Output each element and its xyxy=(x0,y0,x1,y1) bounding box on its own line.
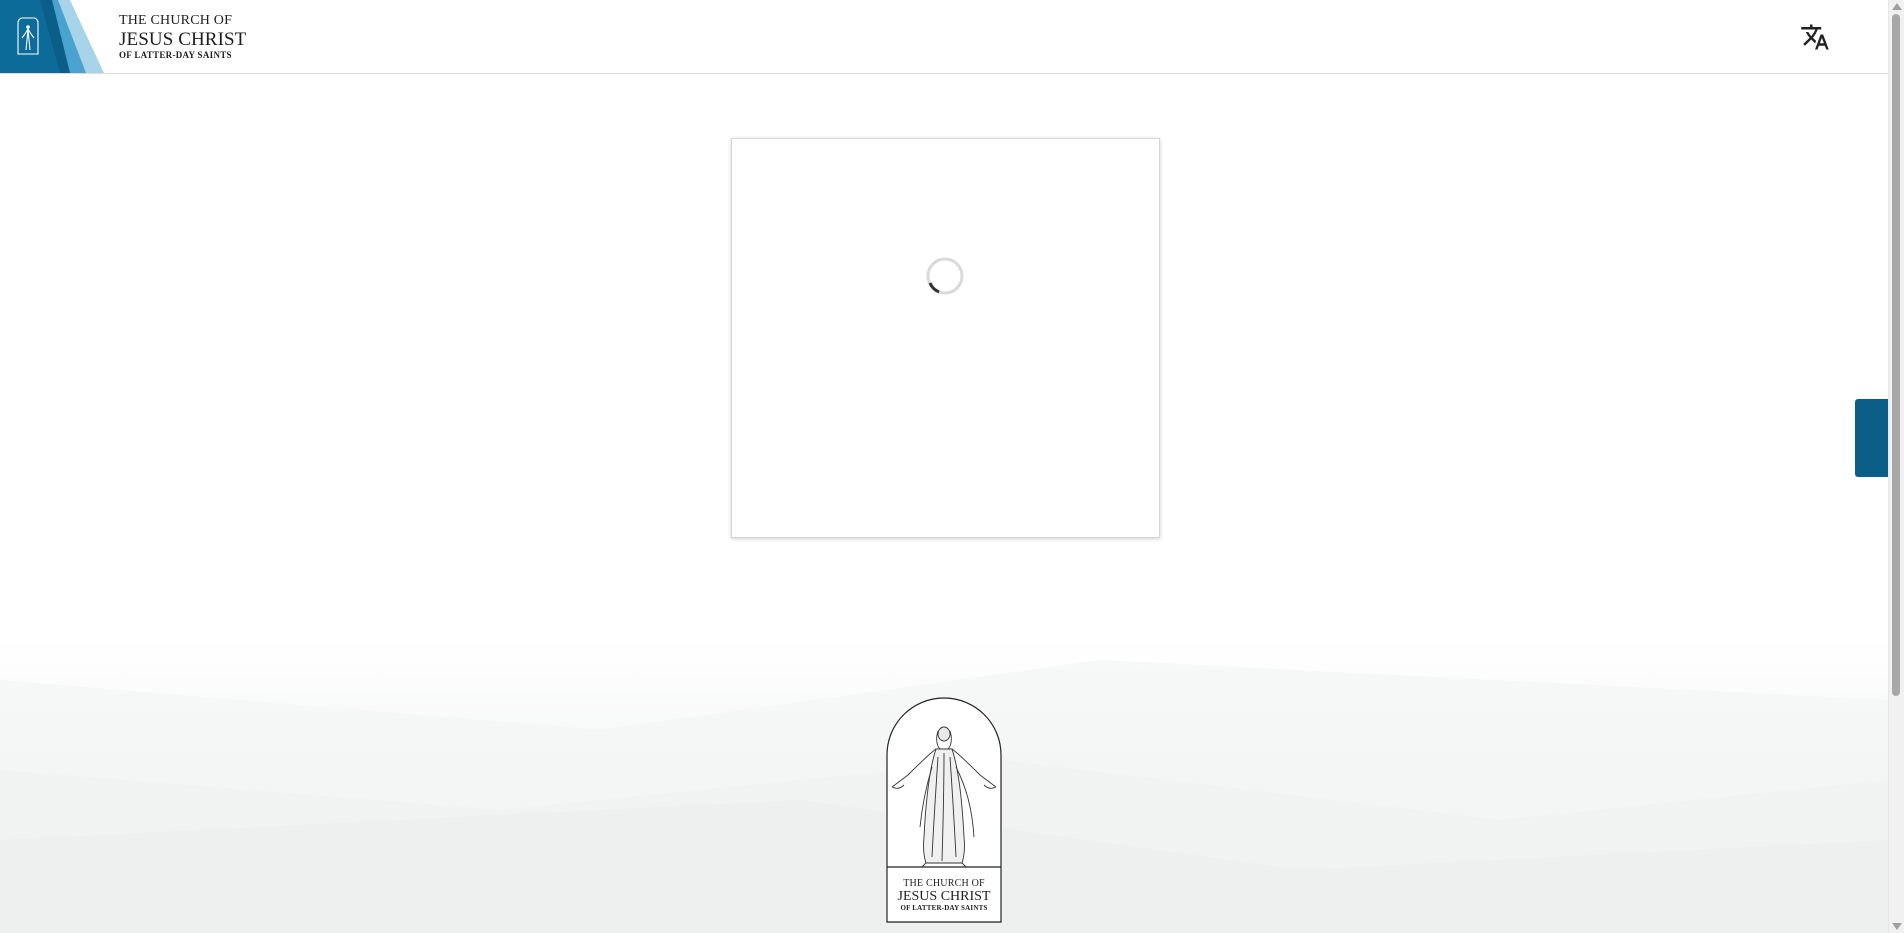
logo-link[interactable] xyxy=(0,0,105,73)
logo-line-1: THE CHURCH OF xyxy=(119,13,233,28)
logo-line-3: OF LATTER-DAY SAINTS xyxy=(119,50,232,60)
page: THE CHURCH OF JESUS CHRIST OF LATTER-DAY… xyxy=(0,0,1904,933)
logo-wordmark[interactable]: THE CHURCH OF JESUS CHRIST OF LATTER-DAY… xyxy=(119,14,246,60)
logo-line-2: JESUS CHRIST xyxy=(119,29,247,50)
scroll-down-arrow-icon[interactable] xyxy=(1892,923,1902,930)
vertical-scrollbar[interactable] xyxy=(1888,0,1904,933)
scroll-up-arrow-icon[interactable] xyxy=(1892,3,1902,10)
site-header: THE CHURCH OF JESUS CHRIST OF LATTER-DAY… xyxy=(0,0,1889,74)
footer-logo-line-3: OF LATTER-DAY SAINTS xyxy=(900,904,988,912)
feedback-tab[interactable] xyxy=(1855,399,1889,477)
footer-logo-line-2: JESUS CHRIST xyxy=(897,889,991,904)
church-logo-mark-icon xyxy=(0,0,104,73)
content-card xyxy=(731,138,1160,538)
loading-spinner-icon xyxy=(926,257,964,295)
translate-icon xyxy=(1801,24,1829,50)
scrollbar-thumb[interactable] xyxy=(1892,14,1900,696)
language-button[interactable] xyxy=(1800,22,1830,52)
footer-logo-line-1: THE CHURCH OF xyxy=(903,878,985,889)
footer-wordmark: THE CHURCH OF JESUS CHRIST OF LATTER-DAY… xyxy=(887,879,1001,912)
